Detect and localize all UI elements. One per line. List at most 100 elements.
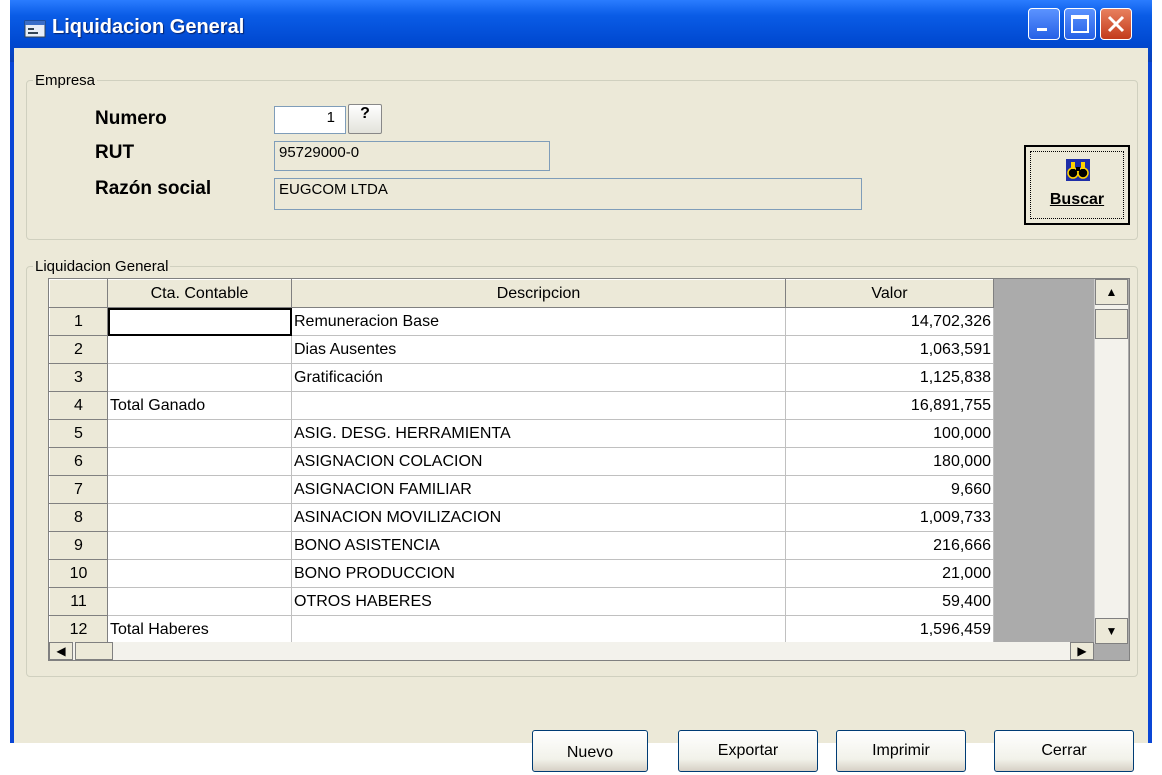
descripcion-cell[interactable]: ASIG. DESG. HERRAMIENTA [291,419,786,448]
horizontal-scrollbar[interactable]: ◀ ▶ [49,642,1094,660]
row-header[interactable]: 5 [49,419,108,448]
client-area: Empresa Numero 1 ? RUT 95729000-0 Razón … [14,48,1148,772]
cta-cell[interactable]: Total Haberes [107,615,292,644]
descripcion-cell[interactable]: Gratificación [291,363,786,392]
imprimir-button[interactable]: Imprimir [836,730,966,772]
nuevo-button[interactable]: Nuevo [532,730,648,772]
cta-cell[interactable] [107,363,292,392]
descripcion-cell[interactable]: OTROS HABERES [291,587,786,616]
window-title: Liquidacion General [52,16,245,38]
row-header[interactable]: 7 [49,475,108,504]
row-header[interactable]: 1 [49,307,108,336]
minimize-icon [1037,28,1047,31]
scroll-up-icon[interactable]: ▲ [1095,279,1128,305]
table-row[interactable]: 6 ASIGNACION COLACION 180,000 [49,447,994,476]
descripcion-cell[interactable]: BONO ASISTENCIA [291,531,786,560]
app-window: Liquidacion General Empresa Numero 1 ? R… [10,0,1152,772]
empresa-group: Empresa [26,72,1138,240]
table-row[interactable]: 12 Total Haberes 1,596,459 [49,615,994,644]
descripcion-cell[interactable]: Remuneracion Base [291,307,786,336]
grid-header-row: Cta. Contable Descripcion Valor [49,279,994,308]
valor-cell[interactable]: 180,000 [785,447,994,476]
valor-cell[interactable]: 1,063,591 [785,335,994,364]
table-row[interactable]: 2 Dias Ausentes 1,063,591 [49,335,994,364]
row-header[interactable]: 12 [49,615,108,644]
table-row[interactable]: 1 Remuneracion Base 14,702,326 [49,307,994,336]
column-header-valor[interactable]: Valor [785,279,994,308]
table-row[interactable]: 8 ASINACION MOVILIZACION 1,009,733 [49,503,994,532]
razon-social-field: EUGCOM LTDA [274,178,862,210]
scroll-thumb[interactable] [1095,309,1128,339]
cta-cell[interactable] [107,335,292,364]
vertical-scrollbar[interactable]: ▲ ▼ [1094,279,1128,644]
descripcion-cell[interactable]: ASIGNACION FAMILIAR [291,475,786,504]
row-header[interactable]: 10 [49,559,108,588]
row-header[interactable]: 9 [49,531,108,560]
maximize-button[interactable] [1064,8,1096,40]
rut-field: 95729000-0 [274,141,550,171]
valor-cell[interactable]: 1,125,838 [785,363,994,392]
cta-cell[interactable]: Total Ganado [107,391,292,420]
scroll-left-icon[interactable]: ◀ [49,642,73,660]
valor-cell[interactable]: 9,660 [785,475,994,504]
lookup-button[interactable]: ? [348,104,382,134]
cta-cell[interactable] [107,559,292,588]
row-header[interactable]: 11 [49,587,108,616]
descripcion-cell[interactable]: Dias Ausentes [291,335,786,364]
valor-cell[interactable]: 1,596,459 [785,615,994,644]
cta-cell[interactable] [107,447,292,476]
valor-cell[interactable]: 14,702,326 [785,307,994,336]
scroll-right-icon[interactable]: ▶ [1070,642,1094,660]
liquidacion-grid[interactable]: Cta. Contable Descripcion Valor 1 Remuner… [48,278,1130,661]
column-header-descripcion[interactable]: Descripcion [291,279,786,308]
close-icon [1107,15,1125,33]
maximize-icon [1071,15,1089,33]
valor-cell[interactable]: 216,666 [785,531,994,560]
cta-cell[interactable] [107,587,292,616]
liquidacion-legend: Liquidacion General [35,258,169,275]
row-header[interactable]: 2 [49,335,108,364]
exportar-button[interactable]: Exportar [678,730,818,772]
form-icon [24,20,46,38]
minimize-button[interactable] [1028,8,1060,40]
valor-cell[interactable]: 1,009,733 [785,503,994,532]
column-header-cta[interactable]: Cta. Contable [107,279,292,308]
descripcion-cell[interactable]: ASINACION MOVILIZACION [291,503,786,532]
row-header[interactable]: 4 [49,391,108,420]
razon-social-label: Razón social [95,178,212,199]
descripcion-cell[interactable] [291,615,786,644]
cta-cell[interactable] [107,419,292,448]
table-row[interactable]: 3 Gratificación 1,125,838 [49,363,994,392]
rut-label: RUT [95,142,135,163]
binoculars-icon [1066,159,1090,181]
close-button[interactable] [1100,8,1132,40]
scroll-down-icon[interactable]: ▼ [1095,618,1128,644]
descripcion-cell[interactable]: BONO PRODUCCION [291,559,786,588]
valor-cell[interactable]: 21,000 [785,559,994,588]
cta-cell[interactable] [107,503,292,532]
descripcion-cell[interactable]: ASIGNACION COLACION [291,447,786,476]
cta-cell[interactable] [107,307,292,336]
table-row[interactable]: 4 Total Ganado 16,891,755 [49,391,994,420]
cerrar-button[interactable]: Cerrar [994,730,1134,772]
table-row[interactable]: 5 ASIG. DESG. HERRAMIENTA 100,000 [49,419,994,448]
cta-cell[interactable] [107,531,292,560]
table-row[interactable]: 10 BONO PRODUCCION 21,000 [49,559,994,588]
numero-input[interactable]: 1 [274,106,346,134]
table-row[interactable]: 11 OTROS HABERES 59,400 [49,587,994,616]
table-row[interactable]: 9 BONO ASISTENCIA 216,666 [49,531,994,560]
row-header[interactable]: 6 [49,447,108,476]
numero-label: Numero [95,108,167,129]
descripcion-cell[interactable] [291,391,786,420]
row-header[interactable]: 3 [49,363,108,392]
row-header[interactable]: 8 [49,503,108,532]
table-row[interactable]: 7 ASIGNACION FAMILIAR 9,660 [49,475,994,504]
cta-cell[interactable] [107,475,292,504]
valor-cell[interactable]: 59,400 [785,587,994,616]
valor-cell[interactable]: 16,891,755 [785,391,994,420]
buscar-button[interactable]: Buscar [1024,145,1130,225]
hscroll-thumb[interactable] [75,642,113,660]
valor-cell[interactable]: 100,000 [785,419,994,448]
buscar-label: Buscar [1049,191,1105,208]
corner-header[interactable] [49,279,108,308]
